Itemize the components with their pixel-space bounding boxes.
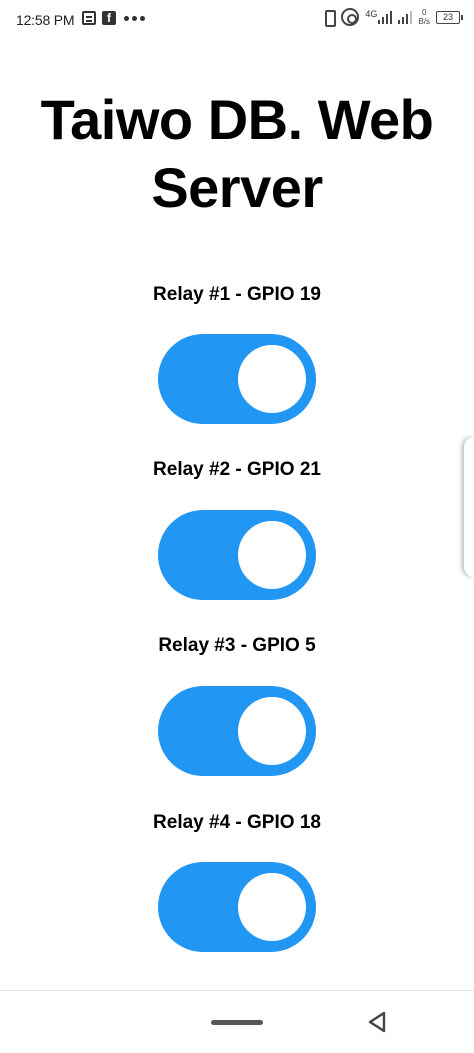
relay-3-label: Relay #3 - GPIO 5 (158, 635, 316, 656)
facebook-icon: f (102, 11, 116, 25)
relay-2-label: Relay #2 - GPIO 21 (153, 459, 321, 480)
notification-icons: f (82, 11, 145, 25)
relay-4-label: Relay #4 - GPIO 18 (153, 812, 321, 833)
message-icon (82, 11, 96, 25)
toggle-knob (238, 697, 306, 765)
vibrate-icon (321, 9, 337, 27)
system-icons: 4G 0 B/s 23 (321, 8, 463, 27)
home-gesture-bar[interactable] (211, 1020, 263, 1025)
relay-1-label: Relay #1 - GPIO 19 (153, 284, 321, 305)
toggle-knob (238, 521, 306, 589)
signal-bars-2-icon (398, 10, 413, 24)
status-bar: 12:58 PM f 4G 0 B/s 23 (0, 0, 474, 42)
battery-icon: 23 (436, 10, 463, 24)
relay-4-toggle[interactable] (158, 862, 316, 952)
network-type: 4G (365, 9, 378, 19)
toggle-knob (238, 873, 306, 941)
page-title: Taiwo DB. Web Server (40, 88, 434, 219)
data-speed-value: 0 (421, 8, 427, 17)
back-icon[interactable] (366, 1010, 388, 1034)
network-signal: 4G (365, 9, 393, 24)
edge-panel-handle[interactable] (464, 437, 474, 577)
toggle-knob (238, 345, 306, 413)
signal-bars-icon (378, 10, 393, 24)
data-speed: 0 B/s (418, 8, 430, 26)
relay-3-toggle[interactable] (158, 686, 316, 776)
hotspot-icon (341, 8, 360, 26)
status-time: 12:58 PM (16, 12, 75, 28)
more-dots-icon (124, 15, 145, 21)
navigation-bar (0, 990, 474, 1053)
relay-2-toggle[interactable] (158, 510, 316, 600)
data-speed-unit: B/s (418, 17, 430, 26)
relay-1-toggle[interactable] (158, 334, 316, 424)
